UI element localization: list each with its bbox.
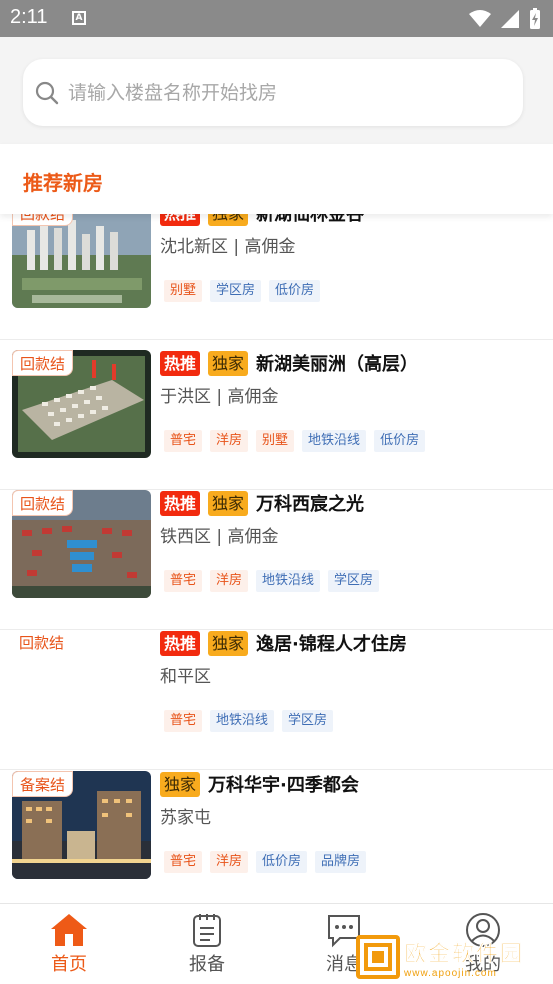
listing-tag: 低价房 (269, 280, 321, 302)
listing-header: 独家 万科华宇·四季都会 (160, 771, 359, 797)
listing-commission: | 高佣金 (216, 387, 279, 407)
listing-name[interactable]: 新湖美丽洲（高层） (256, 350, 418, 376)
listing-tag: 普宅 (164, 570, 203, 592)
hot-badge: 热推 (160, 630, 201, 656)
section-header: 推荐新房 (0, 144, 553, 214)
listing-tag: 低价房 (374, 430, 426, 452)
listing-tag: 别墅 (164, 280, 203, 302)
listing-item[interactable]: 回款结 热推 独家 逸居·锦程人才住房 和平区 普宅 地铁沿线 学区房 (0, 630, 553, 770)
listing-area: 铁西区 | 高佣金 (160, 522, 279, 547)
listing-tag: 普宅 (164, 710, 203, 732)
listing-commission: | 高佣金 (233, 237, 296, 257)
listing-name[interactable]: 逸居·锦程人才住房 (256, 630, 407, 656)
wifi-icon (469, 10, 491, 27)
listing-tag: 地铁沿线 (210, 710, 275, 732)
listing-tag: 学区房 (210, 280, 262, 302)
status-time: 2:11 (10, 6, 48, 28)
search-box[interactable] (23, 59, 523, 126)
status-bar: 2:11 A (0, 0, 553, 37)
listing-commission: | 高佣金 (216, 527, 279, 547)
watermark-title: 欧金软件园 (404, 941, 525, 967)
listing-district: 和平区 (160, 667, 211, 687)
watermark-text: 欧金软件园 www.apoojin.com (404, 936, 525, 979)
listing-tag: 普宅 (164, 430, 203, 452)
home-icon (51, 914, 87, 946)
listing-tag: 洋房 (210, 430, 249, 452)
tab-report-label: 报备 (189, 954, 225, 975)
listing-tag: 地铁沿线 (302, 430, 367, 452)
exclusive-badge: 独家 (160, 771, 201, 797)
listing-tag: 品牌房 (315, 851, 367, 873)
listing-tag: 洋房 (210, 570, 249, 592)
search-input[interactable] (68, 73, 498, 113)
settlement-label: 回款结 (12, 350, 74, 376)
listing-tags: 普宅 洋房 低价房 品牌房 (164, 851, 367, 873)
listing-area: 和平区 (160, 662, 211, 687)
listing-district: 沈北新区 (160, 237, 228, 257)
tab-home-label: 首页 (51, 954, 87, 975)
exclusive-badge: 独家 (208, 490, 249, 516)
listing-district: 于洪区 (160, 387, 211, 407)
exclusive-badge: 独家 (208, 630, 249, 656)
search-icon (35, 81, 59, 105)
watermark-logo-icon (356, 935, 400, 979)
listing-tag: 地铁沿线 (256, 570, 321, 592)
section-title: 推荐新房 (23, 171, 103, 195)
settlement-label: 回款结 (12, 490, 74, 516)
listing-tags: 普宅 地铁沿线 学区房 (164, 710, 334, 732)
listing-district: 铁西区 (160, 527, 211, 547)
listing-tag: 别墅 (256, 430, 295, 452)
listing-tag: 普宅 (164, 851, 203, 873)
tab-report[interactable]: 报备 (157, 912, 257, 982)
exclusive-badge: 独家 (208, 350, 249, 376)
listing-item[interactable]: 回款结 热推 独家 万科西宸之光 铁西区 | 高佣金 普宅 洋房 地铁沿线 学区… (0, 490, 553, 630)
tab-home[interactable]: 首页 (19, 912, 119, 982)
listing-tag: 学区房 (328, 570, 380, 592)
listing-tag: 低价房 (256, 851, 308, 873)
listing-tags: 普宅 洋房 地铁沿线 学区房 (164, 570, 380, 592)
listing-list[interactable]: 回款结 热推 独家 新湖仙林金谷 沈北新区 | 高佣金 别墅 学区房 低价房 回… (0, 210, 553, 903)
cellular-icon (501, 10, 519, 28)
watermark-subtitle: www.apoojin.com (404, 967, 497, 979)
clipboard-icon (193, 914, 221, 947)
listing-tags: 普宅 洋房 别墅 地铁沿线 低价房 (164, 430, 426, 452)
listing-area: 沈北新区 | 高佣金 (160, 232, 296, 257)
listing-item[interactable]: 回款结 热推 独家 新湖美丽洲（高层） 于洪区 | 高佣金 普宅 洋房 别墅 地… (0, 350, 553, 490)
listing-header: 热推 独家 逸居·锦程人才住房 (160, 630, 407, 656)
search-area (0, 37, 553, 144)
listing-header: 热推 独家 新湖美丽洲（高层） (160, 350, 418, 376)
hot-badge: 热推 (160, 490, 201, 516)
listing-tags: 别墅 学区房 低价房 (164, 280, 321, 302)
listing-item[interactable]: 备案结 独家 万科华宇·四季都会 苏家屯 普宅 洋房 低价房 品牌房 (0, 771, 553, 903)
listing-name[interactable]: 万科西宸之光 (256, 490, 364, 516)
listing-header: 热推 独家 万科西宸之光 (160, 490, 364, 516)
listing-area: 苏家屯 (160, 803, 211, 828)
listing-area: 于洪区 | 高佣金 (160, 382, 279, 407)
a-badge-icon: A (72, 11, 86, 25)
listing-tag: 学区房 (282, 710, 334, 732)
hot-badge: 热推 (160, 350, 201, 376)
settlement-label: 回款结 (12, 630, 72, 656)
listing-tag: 洋房 (210, 851, 249, 873)
watermark: 欧金软件园 www.apoojin.com (356, 933, 548, 981)
listing-item[interactable]: 回款结 热推 独家 新湖仙林金谷 沈北新区 | 高佣金 别墅 学区房 低价房 (0, 210, 553, 340)
settlement-label: 备案结 (12, 771, 74, 797)
listing-district: 苏家屯 (160, 808, 211, 828)
battery-charging-icon (530, 8, 540, 29)
status-icons (469, 8, 541, 30)
listing-name[interactable]: 万科华宇·四季都会 (208, 771, 359, 797)
